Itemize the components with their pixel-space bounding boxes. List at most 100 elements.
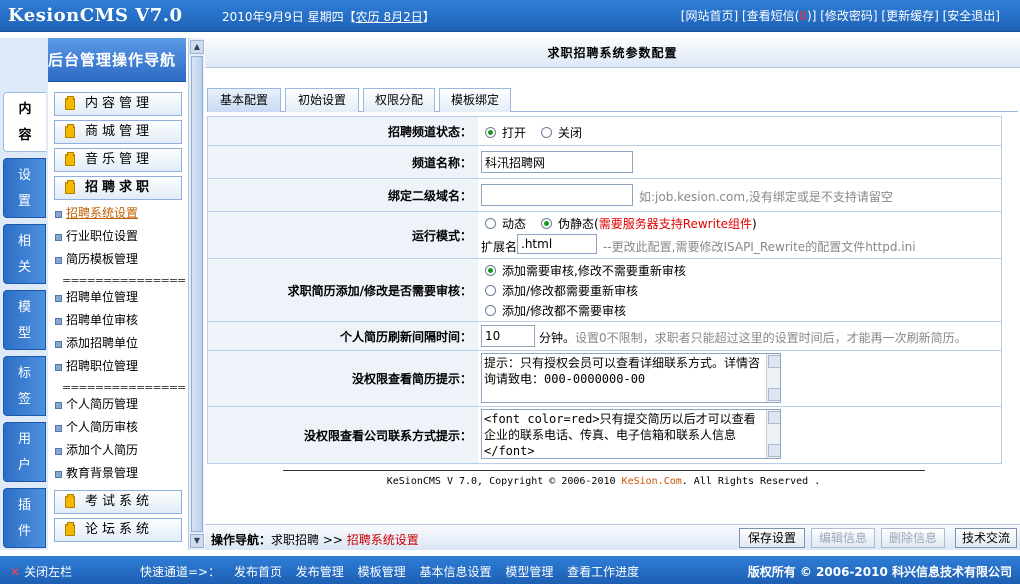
row-channel-status: 招聘频道状态： 打开 关闭 <box>208 117 1001 145</box>
side-tab-tags[interactable]: 标签 <box>3 356 46 416</box>
row-subdomain: 绑定二级域名： 如:job.kesion.com,没有绑定或是不支持请留空 <box>208 179 1001 211</box>
config-tabs: 基本配置 初始设置 权限分配 模板绑定 <box>207 88 1018 112</box>
radio-dynamic[interactable]: 动态 <box>485 215 526 232</box>
side-tab-users[interactable]: 用户 <box>3 422 46 482</box>
lunar-date-link[interactable]: 农历 8月2日 <box>356 10 423 24</box>
page-title: 求职招聘系统参数配置 <box>205 38 1020 68</box>
edit-info-button[interactable]: 编辑信息 <box>811 528 875 548</box>
resume-tip-textarea[interactable]: 提示：只有授权会员可以查看详细联系方式。详情咨询请致电：000-0000000-… <box>481 353 781 403</box>
divider <box>283 470 925 471</box>
side-tab-plugins[interactable]: 插件 <box>3 488 46 548</box>
channel-name-input[interactable] <box>481 151 633 173</box>
quick-work-progress[interactable]: 查看工作进度 <box>567 565 639 579</box>
sub-resume-audit[interactable]: 个人简历审核 <box>52 417 138 437</box>
side-tab-model[interactable]: 模型 <box>3 290 46 350</box>
save-settings-button[interactable]: 保存设置 <box>739 528 805 548</box>
change-password-link[interactable]: [修改密码] <box>820 9 877 23</box>
tech-support-button[interactable]: 技术交流 <box>955 528 1017 548</box>
side-tab-char: 件 <box>17 524 31 539</box>
sub-education-manage[interactable]: 教育背景管理 <box>52 463 138 483</box>
tab-basic-config[interactable]: 基本配置 <box>207 88 281 112</box>
scroll-up-arrow-icon[interactable]: ▲ <box>190 40 204 54</box>
view-messages-link[interactable]: [查看短信(0)] <box>742 9 816 23</box>
quick-basic-settings[interactable]: 基本信息设置 <box>419 565 491 579</box>
sub-industry-jobs[interactable]: 行业职位设置 <box>52 226 138 246</box>
nav-title: 后台管理操作导航 <box>48 51 177 69</box>
sub-resume-manage[interactable]: 个人简历管理 <box>52 394 138 414</box>
quick-publish-manage[interactable]: 发布管理 <box>296 565 344 579</box>
sub-resume-templates[interactable]: 简历模板管理 <box>52 249 138 269</box>
row-resume-audit: 求职简历添加/修改是否需要审核： 添加需要审核,修改不需要重新审核 添加/修改都… <box>208 259 1001 321</box>
textarea-scrollbar[interactable] <box>766 410 780 458</box>
side-tab-char: 标 <box>17 366 31 381</box>
scroll-thumb[interactable] <box>191 56 203 532</box>
radio-audit-none[interactable]: 添加/修改都不需要审核 <box>485 302 626 319</box>
side-tab-related[interactable]: 相关 <box>3 224 46 284</box>
menu-music-manage[interactable]: 音乐管理 <box>54 148 182 172</box>
label-channel-name: 频道名称： <box>208 146 478 178</box>
menu-shop-manage[interactable]: 商城管理 <box>54 120 182 144</box>
scroll-down-arrow-icon[interactable]: ▼ <box>190 534 204 548</box>
extension-input[interactable] <box>517 234 597 254</box>
date-end: 】 <box>422 10 435 24</box>
messages-label-end: )] <box>807 9 817 23</box>
sub-employer-manage[interactable]: 招聘单位管理 <box>52 287 138 307</box>
menu-label: 音乐管理 <box>85 152 154 167</box>
radio-unchecked-icon <box>485 218 496 229</box>
tab-permissions[interactable]: 权限分配 <box>363 88 435 112</box>
label-resume-tip: 没权限查看简历提示： <box>208 351 478 406</box>
radio-audit-all[interactable]: 添加/修改都需要重新审核 <box>485 282 638 299</box>
menu-forum-system[interactable]: 论坛系统 <box>54 518 182 542</box>
menu-exam-system[interactable]: 考试系统 <box>54 490 182 514</box>
copyright-text: KeSionCMS V 7.0, Copyright © 2006-2010 <box>386 476 622 487</box>
refresh-interval-input[interactable] <box>481 325 535 347</box>
sub-job-manage[interactable]: 招聘职位管理 <box>52 356 138 376</box>
tab-template-binding[interactable]: 模板绑定 <box>439 88 511 112</box>
sub-add-resume[interactable]: 添加个人简历 <box>52 440 138 460</box>
close-left-panel[interactable]: ✕ 关闭左栏 <box>10 563 72 580</box>
textarea-scrollbar[interactable] <box>766 354 780 402</box>
sub-recruit-settings[interactable]: 招聘系统设置 <box>52 203 138 223</box>
subdomain-input[interactable] <box>481 184 633 206</box>
subdomain-hint: 如:job.kesion.com,没有绑定或是不支持请留空 <box>639 190 893 204</box>
side-tab-char: 置 <box>17 194 31 209</box>
folder-icon <box>65 522 75 536</box>
logout-link[interactable]: [安全退出] <box>943 9 1000 23</box>
menu-recruitment[interactable]: 招聘求职 <box>54 176 182 200</box>
side-tab-char: 模 <box>17 300 31 315</box>
side-tab-settings[interactable]: 设置 <box>3 158 46 218</box>
folder-icon <box>65 494 75 508</box>
sub-employer-audit[interactable]: 招聘单位审核 <box>52 310 138 330</box>
action-bar: 操作导航：求职招聘 >> 招聘系统设置 保存设置 编辑信息 删除信息 技术交流 <box>205 524 1020 550</box>
side-tab-char: 关 <box>17 260 31 275</box>
menu-label: 论坛系统 <box>85 522 154 537</box>
site-home-link[interactable]: [网站首页] <box>681 9 738 23</box>
quick-publish-home[interactable]: 发布首页 <box>234 565 282 579</box>
update-cache-link[interactable]: [更新缓存] <box>881 9 938 23</box>
quick-model-manage[interactable]: 模型管理 <box>505 565 553 579</box>
radio-checked-icon <box>541 218 552 229</box>
value-cell: 分钟。 设置0不限制，求职者只能超过这里的设置时间后，才能再一次刷新简历。 <box>479 322 1001 350</box>
nav-scrollbar[interactable]: ▲ ▼ <box>188 38 204 550</box>
radio-close[interactable]: 关闭 <box>541 124 582 141</box>
menu-content-manage[interactable]: 内容管理 <box>54 92 182 116</box>
brand-link[interactable]: KeSion.Com <box>622 476 682 487</box>
radio-label: 添加/修改都需要重新审核 <box>502 284 639 298</box>
config-form: 招聘频道状态： 打开 关闭 频道名称： 绑定二级域名： 如:job.kesion… <box>207 116 1002 464</box>
radio-label: 伪静态( <box>558 217 599 231</box>
row-contact-tip: 没权限查看公司联系方式提示： <font color=red>只有提交简历以后才… <box>208 407 1001 463</box>
delete-info-button[interactable]: 删除信息 <box>881 528 945 548</box>
contact-tip-textarea[interactable]: <font color=red>只有提交简历以后才可以查看企业的联系电话、传真、… <box>481 409 781 459</box>
quick-template-manage[interactable]: 模板管理 <box>358 565 406 579</box>
radio-pseudo-static[interactable]: 伪静态(需要服务器支持Rewrite组件) <box>541 215 757 232</box>
radio-label: 动态 <box>502 217 527 231</box>
radio-audit-add-only[interactable]: 添加需要审核,修改不需要重新审核 <box>485 262 686 279</box>
value-cell: 如:job.kesion.com,没有绑定或是不支持请留空 <box>479 179 1001 211</box>
tab-initial-settings[interactable]: 初始设置 <box>285 88 359 112</box>
sub-add-employer[interactable]: 添加招聘单位 <box>52 333 138 353</box>
side-tab-content[interactable]: 内容 <box>3 92 46 152</box>
row-refresh-interval: 个人简历刷新间隔时间： 分钟。 设置0不限制，求职者只能超过这里的设置时间后，才… <box>208 322 1001 350</box>
radio-open[interactable]: 打开 <box>485 124 526 141</box>
radio-unchecked-icon <box>485 305 496 316</box>
row-resume-tip: 没权限查看简历提示： 提示：只有授权会员可以查看详细联系方式。详情咨询请致电：0… <box>208 351 1001 406</box>
